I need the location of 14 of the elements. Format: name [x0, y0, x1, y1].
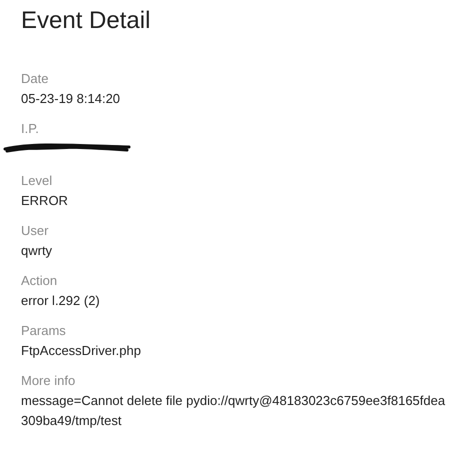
- field-value: qwrty: [21, 242, 54, 260]
- field-label: User: [21, 222, 50, 240]
- field-label: More info: [21, 372, 76, 390]
- field-value: error l.292 (2): [21, 292, 101, 310]
- field-value: message=Cannot delete file pydio://qwrty@48183023c6759ee3f8165fdea309ba49/tmp/test: [21, 392, 446, 430]
- field-label: Params: [21, 322, 67, 340]
- field-label: Level: [21, 172, 54, 190]
- field-value: FtpAccessDriver.php: [21, 342, 142, 360]
- field-value: ERROR: [21, 192, 69, 210]
- field-label: Date: [21, 70, 50, 88]
- page-title: Event Detail: [21, 6, 152, 36]
- field-label: Action: [21, 272, 58, 290]
- field-label: I.P.: [21, 120, 40, 138]
- field-value: 05-23-19 8:14:20: [21, 90, 122, 108]
